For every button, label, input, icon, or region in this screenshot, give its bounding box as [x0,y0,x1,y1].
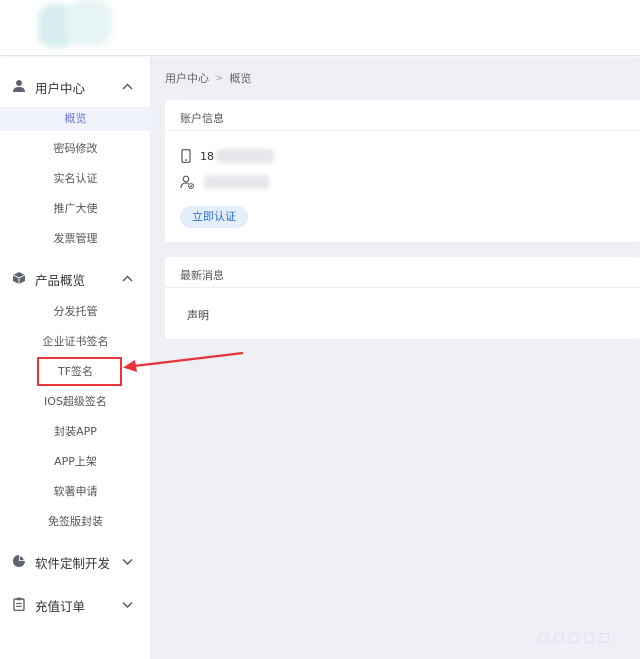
chevron-down-icon [122,602,133,608]
sidebar-item-package-app[interactable]: 封装APP [0,420,151,444]
account-info-card: 账户信息 18 立即认证 [165,100,640,242]
sidebar-item-invoice[interactable]: 发票管理 [0,227,151,251]
sidebar-item-copyright[interactable]: 软著申请 [0,480,151,504]
phone-row: 18 [180,149,274,163]
top-bar [0,0,640,56]
sidebar-group-products[interactable]: 产品概览 [0,263,151,293]
phone-number: 18 [200,149,214,163]
card-title: 账户信息 [180,112,224,125]
breadcrumb-current: 概览 [229,72,252,85]
sidebar-group-label: 用户中心 [35,81,86,96]
user-icon [13,80,25,92]
chevron-right-icon: > [215,72,224,84]
sidebar-item-ios-super-signing[interactable]: IOS超级签名 [0,390,151,414]
sidebar-item-unsigned-package[interactable]: 免签版封装 [0,510,151,534]
sidebar-group-orders[interactable]: 充值订单 [0,589,151,619]
sidebar-group-user-center[interactable]: 用户中心 [0,71,151,101]
sidebar-group-label: 产品概览 [35,273,86,288]
redacted-mask [204,175,270,189]
sidebar-item-password[interactable]: 密码修改 [0,137,151,161]
card-title: 最新消息 [180,269,224,282]
phone-icon [181,149,191,163]
clipboard-icon [13,597,25,611]
divider [165,287,640,288]
annotation-highlight-box [37,357,122,386]
breadcrumb-root[interactable]: 用户中心 [165,70,209,86]
annotation-arrow-icon [123,351,244,372]
chevron-up-icon [122,275,133,282]
sidebar-item-overview[interactable]: 概览 [0,107,151,131]
sidebar-group-label: 充值订单 [35,599,86,614]
sidebar-item-real-name[interactable]: 实名认证 [0,167,151,191]
user-check-icon [180,175,194,189]
verify-now-button[interactable]: 立即认证 [180,206,248,228]
user-verify-row [180,175,270,189]
logo[interactable] [38,0,120,52]
divider [165,130,640,131]
pie-chart-icon [13,555,25,567]
cube-icon [12,272,26,284]
sidebar-item-distribution[interactable]: 分发托管 [0,300,151,324]
breadcrumb: 用户中心 > 概览 [165,70,251,86]
watermark: ▢ ▢ ▢ ▢ ▢ [538,630,610,644]
sidebar-item-promotion[interactable]: 推广大使 [0,197,151,221]
chevron-down-icon [122,559,133,565]
sidebar-group-custom-dev[interactable]: 软件定制开发 [0,546,151,576]
sidebar-group-label: 软件定制开发 [35,556,111,571]
sidebar-item-app-listing[interactable]: APP上架 [0,450,151,474]
chevron-up-icon [122,83,133,90]
redacted-mask [216,149,274,163]
news-item[interactable]: 声明 [187,307,209,323]
latest-news-card: 最新消息 声明 [165,257,640,339]
